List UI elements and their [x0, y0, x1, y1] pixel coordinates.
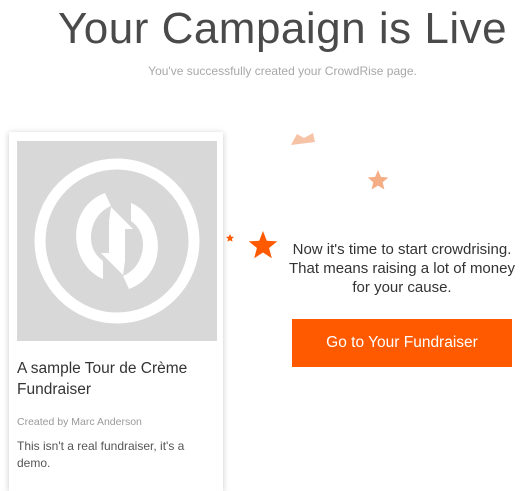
confetti-star-large-icon — [248, 231, 278, 259]
fundraiser-title[interactable]: A sample Tour de Crème Fundraiser — [17, 358, 217, 400]
fundraiser-card[interactable]: A sample Tour de Crème Fundraiser Create… — [9, 132, 223, 491]
confetti-star-light-icon — [367, 170, 389, 190]
page-subtitle: You've successfully created your CrowdRi… — [148, 64, 417, 78]
next-steps-message: Now it's time to start crowdrising. That… — [289, 241, 515, 296]
confetti-star-small-icon — [226, 234, 234, 242]
fundraiser-creator: Created by Marc Anderson — [17, 416, 142, 428]
fundraiser-image — [17, 141, 217, 341]
confetti-shape-top — [291, 133, 315, 145]
campaign-live-page: Your Campaign is Live You've successfull… — [0, 0, 525, 491]
page-title: Your Campaign is Live — [57, 4, 508, 53]
go-to-fundraiser-button[interactable]: Go to Your Fundraiser — [292, 319, 512, 367]
fundraiser-description: This isn't a real fundraiser, it's a dem… — [17, 439, 185, 470]
crowdrise-logo-icon — [34, 158, 200, 324]
